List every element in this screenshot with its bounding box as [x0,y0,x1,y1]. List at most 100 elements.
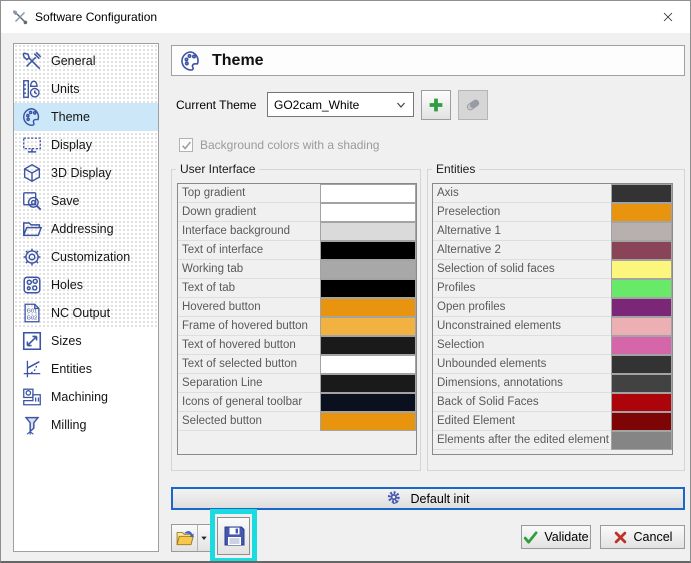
save-theme-button[interactable] [217,517,250,555]
sidebar-item-units[interactable]: Units [14,75,158,103]
close-icon [662,11,674,23]
check-icon [523,530,538,545]
color-swatch[interactable] [320,317,416,336]
color-row-label: Unbounded elements [433,355,611,374]
sidebar-item-label: Display [51,138,92,152]
color-swatch[interactable] [320,222,416,241]
close-button[interactable] [645,1,690,33]
color-swatch[interactable] [320,260,416,279]
color-row-label: Alternative 1 [433,222,611,241]
x-icon [613,530,628,545]
color-row-label: Axis [433,184,611,203]
gear-icon [21,246,43,268]
sidebar-item-save[interactable]: Save [14,187,158,215]
color-swatch[interactable] [611,203,672,222]
sidebar-item-label: Save [51,194,80,208]
validate-label: Validate [544,530,588,544]
color-row: Selection of solid faces [433,260,672,279]
color-row: Text of hovered button [178,336,416,355]
cancel-button[interactable]: Cancel [600,525,685,549]
color-swatch[interactable] [611,431,672,450]
color-swatch[interactable] [320,393,416,412]
default-init-label: Default init [410,492,469,506]
color-row-label: Working tab [178,260,320,279]
sidebar-item-3d-display[interactable]: 3D Display [14,159,158,187]
color-row: Selection [433,336,672,355]
delete-theme-button[interactable] [458,90,488,120]
color-row-label: Alternative 2 [433,241,611,260]
color-row-label: Profiles [433,279,611,298]
color-row: Selected button [178,412,416,431]
color-row: Dimensions, annotations [433,374,672,393]
color-row-label: Text of selected button [178,355,320,374]
color-row: Interface background [178,222,416,241]
add-theme-button[interactable] [421,90,451,120]
open-theme-dropdown-arrow[interactable] [198,525,210,551]
color-row: Edited Element [433,412,672,431]
shading-checkbox-label: Background colors with a shading [200,138,379,152]
color-row-label: Top gradient [178,184,320,203]
color-swatch[interactable] [611,374,672,393]
current-theme-label: Current Theme [176,98,256,112]
color-swatch[interactable] [320,336,416,355]
color-swatch[interactable] [611,336,672,355]
color-row-label: Frame of hovered button [178,317,320,336]
color-swatch[interactable] [320,374,416,393]
sidebar-item-display[interactable]: Display [14,131,158,159]
sidebar-item-general[interactable]: General [14,47,158,75]
sidebar-item-theme[interactable]: Theme [14,103,158,131]
color-swatch[interactable] [611,260,672,279]
sidebar-item-sizes[interactable]: Sizes [14,327,158,355]
color-swatch[interactable] [611,393,672,412]
color-swatch[interactable] [611,241,672,260]
color-swatch[interactable] [611,184,672,203]
sidebar-item-holes[interactable]: Holes [14,271,158,299]
palette-icon [179,49,203,73]
titlebar[interactable]: Software Configuration [1,1,690,33]
sidebar-item-label: Entities [51,362,92,376]
sidebar-item-milling[interactable]: Milling [14,411,158,439]
shading-checkbox[interactable] [179,138,193,152]
color-swatch[interactable] [320,355,416,374]
color-swatch[interactable] [611,298,672,317]
color-row: Working tab [178,260,416,279]
color-row-label: Dimensions, annotations [433,374,611,393]
sidebar-item-label: 3D Display [51,166,111,180]
validate-button[interactable]: Validate [521,525,591,549]
color-row-label: Open profiles [433,298,611,317]
sidebar-item-machining[interactable]: Machining [14,383,158,411]
color-row-label: Elements after the edited element [433,431,611,450]
color-swatch[interactable] [611,222,672,241]
open-theme-button[interactable] [172,525,198,551]
folder-open-icon [175,528,195,548]
sidebar-item-label: NC Output [51,306,110,320]
sidebar-item-customization[interactable]: Customization [14,243,158,271]
color-row-label: Selection [433,336,611,355]
color-row-label: Separation Line [178,374,320,393]
floppy-save-icon [222,524,246,548]
color-swatch[interactable] [320,298,416,317]
color-row: Top gradient [178,184,416,203]
sidebar-item-nc-output[interactable]: G01G02 NC Output [14,299,158,327]
color-row-label: Text of hovered button [178,336,320,355]
current-theme-select[interactable]: GO2cam_White [267,92,414,117]
color-swatch[interactable] [320,203,416,222]
color-swatch[interactable] [320,279,416,298]
default-init-button[interactable]: Default init [171,487,685,510]
color-row: Open profiles [433,298,672,317]
color-swatch[interactable] [320,241,416,260]
open-theme-split-button[interactable] [171,524,211,552]
color-swatch[interactable] [611,279,672,298]
color-swatch[interactable] [611,412,672,431]
color-row: Elements after the edited element [433,431,672,450]
sidebar-item-addressing[interactable]: Addressing [14,215,158,243]
color-swatch[interactable] [611,317,672,336]
entities-group-title: Entities [432,162,479,176]
color-swatch[interactable] [320,412,416,431]
color-row: Unbounded elements [433,355,672,374]
color-swatch[interactable] [320,184,416,203]
sidebar-item-entities[interactable]: Entities [14,355,158,383]
color-swatch[interactable] [611,355,672,374]
nc-document-icon: G01G02 [21,302,43,324]
color-row-label: Text of interface [178,241,320,260]
